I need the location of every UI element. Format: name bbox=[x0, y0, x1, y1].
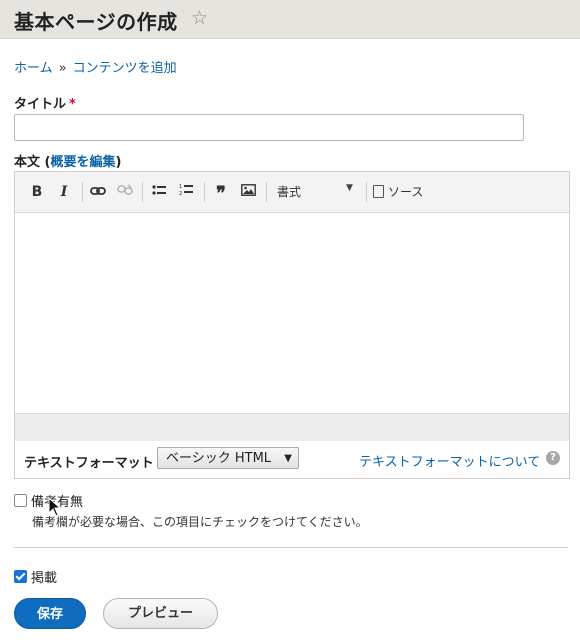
text-format-row: テキストフォーマット ベーシック HTML ▼ テキストフォーマットについて ? bbox=[15, 441, 569, 478]
source-label: ソース bbox=[388, 185, 424, 199]
save-button[interactable]: 保存 bbox=[14, 598, 86, 629]
help-icon[interactable]: ? bbox=[546, 451, 560, 465]
chevron-down-icon: ▼ bbox=[346, 183, 353, 193]
toolbar-separator bbox=[142, 182, 143, 202]
breadcrumb-home-link[interactable]: ホーム bbox=[14, 61, 53, 76]
image-icon[interactable] bbox=[238, 182, 258, 202]
remarks-checkbox[interactable] bbox=[14, 494, 27, 507]
link-icon[interactable] bbox=[88, 182, 108, 202]
breadcrumb: ホーム » コンテンツを追加 bbox=[14, 57, 177, 76]
bulleted-list-icon[interactable] bbox=[149, 182, 169, 202]
svg-text:2: 2 bbox=[179, 191, 182, 196]
mouse-cursor-icon bbox=[48, 496, 62, 521]
toolbar-separator bbox=[82, 182, 83, 202]
bold-icon[interactable]: B bbox=[29, 182, 45, 202]
unlink-icon[interactable] bbox=[115, 182, 135, 202]
rich-text-editor: B I 12 ❞ 書式 ▼ ソース テキストフォーマット ベーシック HTML ▼… bbox=[14, 171, 570, 479]
svg-text:1: 1 bbox=[179, 184, 182, 190]
toolbar-separator bbox=[366, 182, 367, 202]
breadcrumb-separator: » bbox=[58, 61, 67, 76]
page-header: 基本ページの作成 ☆ bbox=[0, 0, 580, 39]
publish-checkbox[interactable] bbox=[14, 570, 27, 583]
page-title: 基本ページの作成 bbox=[14, 10, 178, 34]
editor-toolbar: B I 12 ❞ 書式 ▼ ソース bbox=[15, 172, 569, 213]
title-input[interactable] bbox=[14, 114, 524, 141]
text-format-select[interactable]: ベーシック HTML ▼ bbox=[157, 447, 299, 469]
chevron-down-icon: ▼ bbox=[284, 453, 292, 464]
title-label: タイトル * bbox=[14, 93, 76, 112]
text-format-value: ベーシック HTML bbox=[166, 451, 272, 466]
toolbar-separator bbox=[266, 182, 267, 202]
body-label: 本文 (概要を編集) bbox=[14, 151, 121, 170]
editor-content-area[interactable] bbox=[15, 213, 569, 413]
edit-summary-link[interactable]: 概要を編集 bbox=[50, 155, 115, 170]
source-icon bbox=[373, 185, 384, 198]
preview-button[interactable]: プレビュー bbox=[103, 598, 218, 629]
italic-icon[interactable]: I bbox=[56, 182, 72, 202]
text-format-help-link[interactable]: テキストフォーマットについて bbox=[359, 451, 540, 470]
toolbar-separator bbox=[204, 182, 205, 202]
text-format-label: テキストフォーマット bbox=[24, 456, 154, 471]
blockquote-icon[interactable]: ❞ bbox=[211, 182, 231, 204]
numbered-list-icon[interactable]: 12 bbox=[176, 182, 196, 202]
remarks-description: 備考欄が必要な場合、この項目にチェックをつけてください。 bbox=[32, 515, 368, 529]
publish-checkbox-label[interactable]: 掲載 bbox=[31, 567, 57, 586]
star-outline-icon[interactable]: ☆ bbox=[191, 7, 208, 29]
body-label-text: 本文 ( bbox=[14, 155, 51, 170]
editor-status-bar bbox=[15, 413, 569, 442]
body-label-close: ) bbox=[115, 155, 122, 170]
source-button[interactable]: ソース bbox=[373, 182, 423, 202]
required-mark: * bbox=[69, 97, 76, 112]
title-label-text: タイトル bbox=[14, 97, 67, 112]
divider bbox=[14, 547, 568, 548]
breadcrumb-add-content-link[interactable]: コンテンツを追加 bbox=[73, 61, 177, 76]
